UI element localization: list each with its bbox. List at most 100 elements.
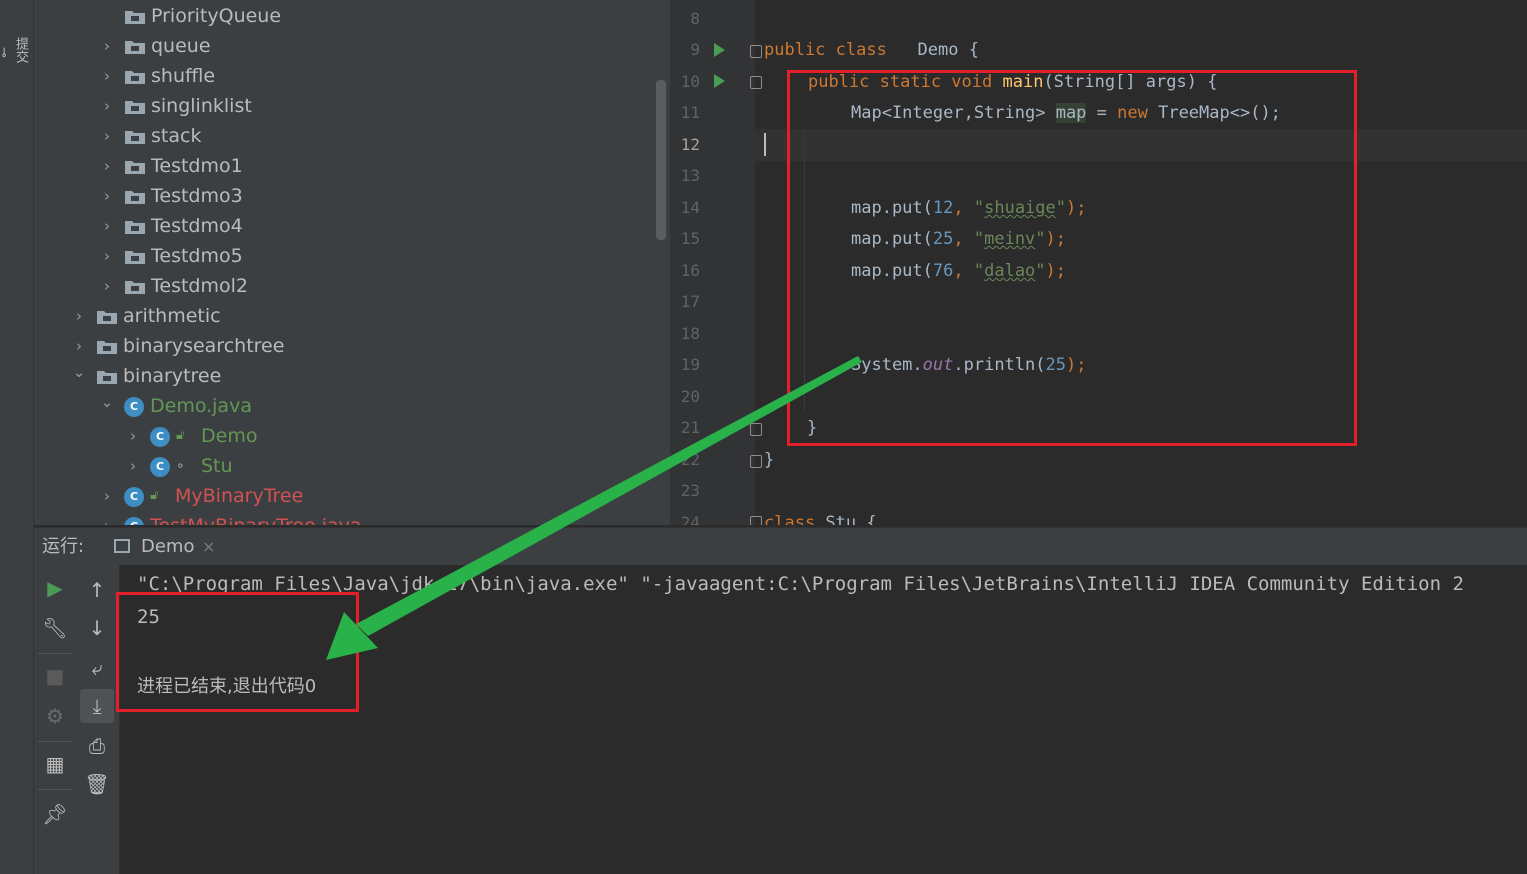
run-gutter-icon[interactable]: [714, 74, 725, 88]
fold-marker-icon[interactable]: [750, 76, 762, 89]
run-gutter-icon[interactable]: [714, 43, 725, 57]
tree-item[interactable]: › queue: [34, 31, 654, 61]
tree-item-label: TestMyBinaryTree.java: [150, 511, 362, 525]
chevron-right-icon[interactable]: ›: [100, 481, 114, 511]
folder-icon: [124, 159, 146, 175]
folder-icon: [124, 9, 146, 25]
folder-icon: [96, 309, 118, 325]
pin-icon[interactable]: 📌︎: [38, 797, 72, 831]
chevron-right-icon[interactable]: ›: [100, 511, 114, 525]
folder-icon: [124, 249, 146, 265]
java-class-icon: C: [150, 427, 170, 447]
line-number: 15: [680, 229, 700, 248]
commit-tab-label: 提交: [13, 37, 28, 63]
chevron-right-icon[interactable]: ›: [72, 301, 86, 331]
tree-item[interactable]: › stack: [34, 121, 654, 151]
annotation-box-code: [787, 70, 1357, 446]
chevron-right-icon[interactable]: ›: [100, 61, 114, 91]
line-number: 10: [680, 72, 700, 91]
run-panel-header: 运行: Demo ×: [34, 527, 1527, 566]
tree-item[interactable]: › singlinklist: [34, 91, 654, 121]
folder-icon: [96, 369, 118, 385]
scroll-up-icon[interactable]: ↑: [80, 573, 114, 607]
line-number: 11: [680, 103, 700, 122]
chevron-right-icon[interactable]: ›: [126, 421, 140, 451]
tree-item[interactable]: › shuffle: [34, 61, 654, 91]
tree-item[interactable]: › Testdmo3: [34, 181, 654, 211]
tree-item-label: binarytree: [123, 365, 222, 387]
wrench-icon[interactable]: 🔧︎: [38, 611, 72, 645]
chevron-right-icon[interactable]: ›: [72, 331, 86, 361]
tree-item[interactable]: › C ∘ Stu: [34, 451, 654, 481]
run-tab-label: Demo: [141, 536, 195, 557]
project-tree: PriorityQueue › queue › shuffle › singlinklist…: [34, 0, 670, 525]
chevron-down-icon[interactable]: ⌄: [100, 391, 114, 421]
chevron-right-icon[interactable]: ›: [100, 121, 114, 151]
java-class-icon: C: [124, 487, 144, 507]
scroll-down-icon[interactable]: ↓: [80, 611, 114, 645]
java-class-icon: C: [124, 397, 144, 417]
tree-item[interactable]: › Testdmo4: [34, 211, 654, 241]
rerun-icon[interactable]: ▶: [38, 571, 72, 605]
stop-icon[interactable]: ■: [38, 659, 72, 693]
chevron-right-icon[interactable]: ›: [100, 181, 114, 211]
run-tab-demo[interactable]: Demo ×: [110, 528, 260, 566]
chevron-right-icon[interactable]: ›: [100, 31, 114, 61]
scroll-to-end-icon[interactable]: ⤓: [80, 689, 114, 723]
soft-wrap-icon[interactable]: ⤶: [80, 651, 114, 685]
debug-settings-icon[interactable]: ⚙: [38, 699, 72, 733]
tree-item[interactable]: ⌄ C Demo.java: [34, 391, 654, 421]
line-number: 23: [680, 481, 700, 500]
tree-item-label: Demo.java: [150, 395, 252, 417]
tree-item-label: Testdmo5: [151, 245, 243, 267]
chevron-right-icon[interactable]: ›: [100, 211, 114, 241]
tree-item-label: Stu: [201, 455, 233, 477]
tree-item[interactable]: › Testdmo5: [34, 241, 654, 271]
folder-icon: [124, 39, 146, 55]
trash-icon[interactable]: 🗑︎: [80, 767, 114, 801]
tree-item[interactable]: › Testdmo1: [34, 151, 654, 181]
visibility-icon: 🔓︎: [150, 488, 159, 503]
tree-item[interactable]: › C 🔓︎ MyBinaryTree: [34, 481, 654, 511]
tree-item[interactable]: › arithmetic: [34, 301, 654, 331]
line-number: 22: [680, 450, 700, 469]
commit-tab[interactable]: 提交 ⊸: [0, 14, 30, 86]
line-number: 14: [680, 198, 700, 217]
tree-scrollbar[interactable]: [656, 80, 666, 240]
fold-marker-icon[interactable]: [750, 455, 762, 468]
tree-item[interactable]: › C TestMyBinaryTree.java: [34, 511, 654, 525]
run-toolbar-secondary: ↑ ↓ ⤶ ⤓ ⎙ 🗑︎: [76, 565, 120, 874]
folder-icon: [124, 99, 146, 115]
fold-marker-icon[interactable]: [750, 423, 762, 436]
chevron-right-icon[interactable]: ›: [100, 91, 114, 121]
code-line-22: }: [764, 450, 775, 470]
line-number: 13: [680, 166, 700, 185]
close-icon[interactable]: ×: [202, 528, 215, 566]
text-caret: [764, 133, 766, 156]
folder-icon: [124, 129, 146, 145]
tree-item-label: MyBinaryTree: [175, 485, 304, 507]
fold-marker-icon[interactable]: [750, 516, 762, 525]
tree-item-label: arithmetic: [123, 305, 221, 327]
fold-marker-icon[interactable]: [750, 45, 762, 58]
tree-item[interactable]: › binarysearchtree: [34, 331, 654, 361]
class-name: Stu {: [815, 513, 877, 525]
line-number: 21: [680, 418, 700, 437]
tree-item-label: binarysearchtree: [123, 335, 285, 357]
tree-item[interactable]: ⌄ binarytree: [34, 361, 654, 391]
layout-icon[interactable]: ▦: [38, 747, 72, 781]
tree-item-label: PriorityQueue: [151, 5, 282, 27]
line-number: 19: [680, 355, 700, 374]
tree-item[interactable]: › Testdmol2: [34, 271, 654, 301]
chevron-right-icon[interactable]: ›: [126, 451, 140, 481]
folder-icon: [124, 69, 146, 85]
chevron-right-icon[interactable]: ›: [100, 151, 114, 181]
chevron-right-icon[interactable]: ›: [100, 241, 114, 271]
chevron-right-icon[interactable]: ›: [100, 271, 114, 301]
tree-item[interactable]: PriorityQueue: [34, 1, 654, 31]
java-class-icon: C: [150, 457, 170, 477]
chevron-down-icon[interactable]: ⌄: [72, 361, 86, 391]
tree-item[interactable]: › C 🔓︎ Demo: [34, 421, 654, 451]
tree-item-label: queue: [151, 35, 211, 57]
print-icon[interactable]: ⎙: [80, 729, 114, 763]
